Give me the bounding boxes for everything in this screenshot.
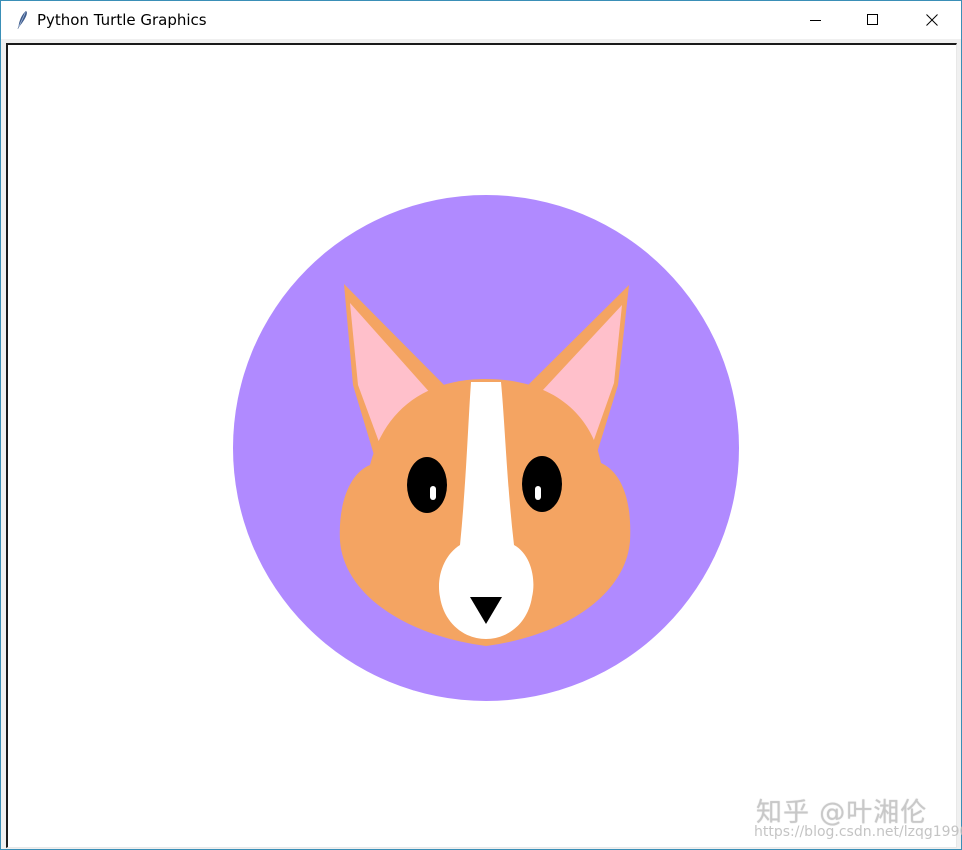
minimize-icon [810,20,821,21]
close-icon [926,14,938,26]
maximize-button[interactable] [850,1,896,39]
corgi-drawing [233,195,739,701]
close-button[interactable] [909,1,955,39]
turtle-canvas[interactable] [6,43,957,848]
title-bar[interactable]: Python Turtle Graphics [1,1,961,39]
watermark-url: https://blog.csdn.net/lzqg1990 [754,824,962,840]
turtle-window: Python Turtle Graphics [0,0,962,850]
right-eye-glint [535,486,541,500]
left-eye-glint [430,486,436,500]
window-title: Python Turtle Graphics [37,11,207,29]
left-eye [407,457,447,513]
minimize-button[interactable] [793,1,839,39]
right-eye [522,456,562,512]
maximize-icon [867,14,878,25]
feather-icon [17,11,27,29]
